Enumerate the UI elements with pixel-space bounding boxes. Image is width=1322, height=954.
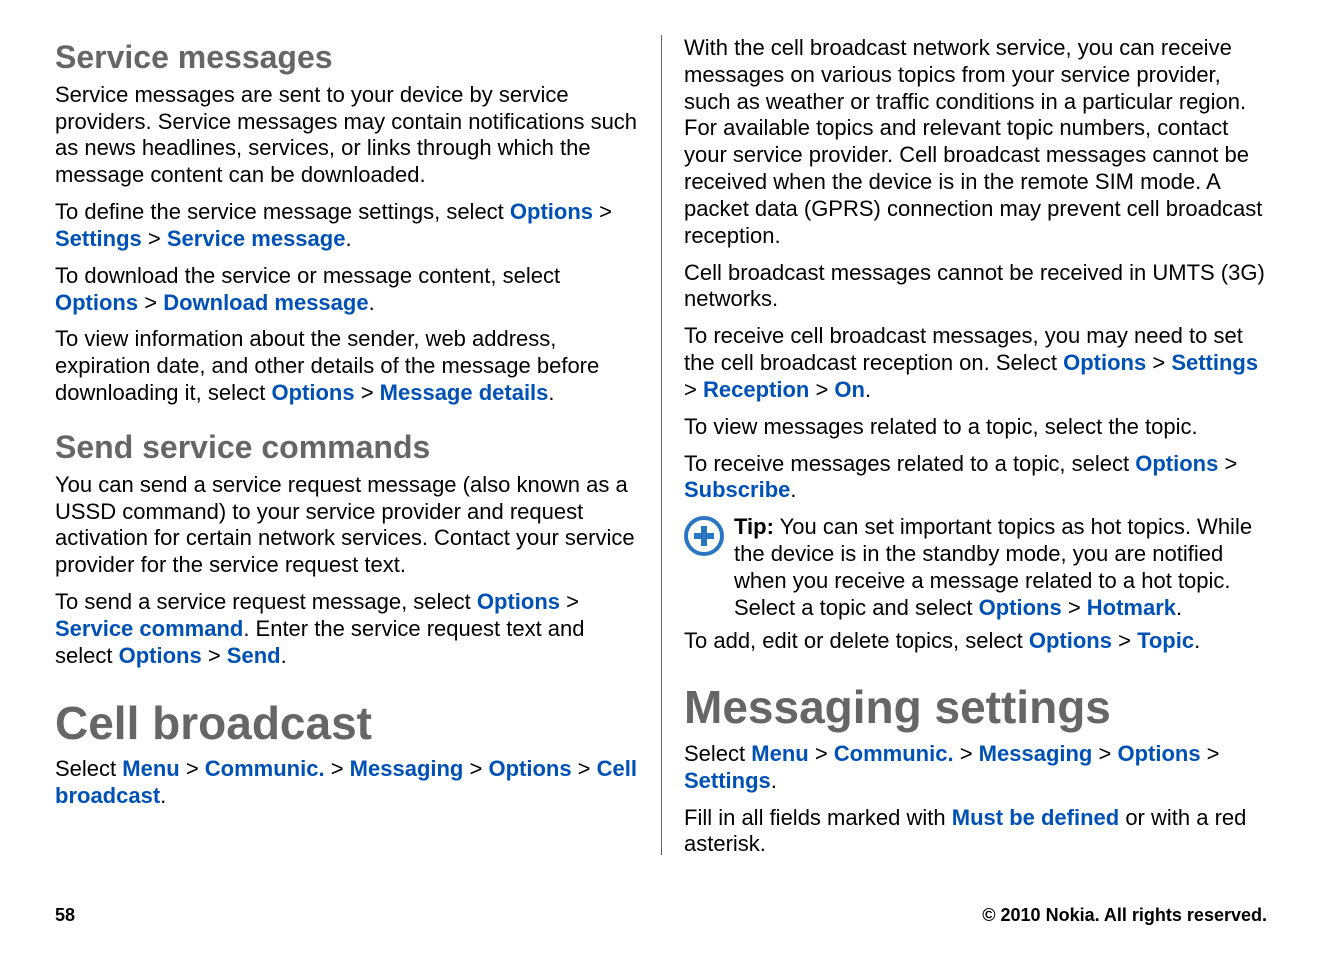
link-options[interactable]: Options	[271, 380, 354, 405]
para-subscribe: To receive messages related to a topic, …	[684, 451, 1267, 505]
tip-text: Tip: You can set important topics as hot…	[734, 514, 1267, 621]
link-download-message[interactable]: Download message	[163, 290, 368, 315]
link-options[interactable]: Options	[979, 595, 1062, 620]
link-options[interactable]: Options	[488, 756, 571, 781]
separator: >	[809, 741, 834, 766]
para-reception-on: To receive cell broadcast messages, you …	[684, 323, 1267, 403]
link-subscribe[interactable]: Subscribe	[684, 477, 790, 502]
plus-icon	[684, 516, 724, 556]
link-options[interactable]: Options	[55, 290, 138, 315]
link-options[interactable]: Options	[119, 643, 202, 668]
para-umts-note: Cell broadcast messages cannot be receiv…	[684, 260, 1267, 314]
separator: >	[809, 377, 834, 402]
separator: >	[560, 589, 579, 614]
page-columns: Service messages Service messages are se…	[55, 35, 1267, 855]
copyright: © 2010 Nokia. All rights reserved.	[982, 905, 1267, 926]
separator: >	[1112, 628, 1137, 653]
link-options[interactable]: Options	[1029, 628, 1112, 653]
separator: >	[1201, 741, 1220, 766]
para-must-be-defined: Fill in all fields marked with Must be d…	[684, 805, 1267, 855]
link-options[interactable]: Options	[477, 589, 560, 614]
link-service-message[interactable]: Service message	[167, 226, 346, 251]
separator: >	[572, 756, 597, 781]
para-ussd-intro: You can send a service request message (…	[55, 472, 643, 579]
link-service-command[interactable]: Service command	[55, 616, 243, 641]
link-send[interactable]: Send	[227, 643, 281, 668]
separator: >	[954, 741, 979, 766]
link-options[interactable]: Options	[1063, 350, 1146, 375]
para-send-service-request: To send a service request message, selec…	[55, 589, 643, 669]
separator: >	[593, 199, 612, 224]
separator: >	[142, 226, 167, 251]
link-settings[interactable]: Settings	[684, 768, 771, 793]
link-options[interactable]: Options	[1135, 451, 1218, 476]
separator: >	[325, 756, 350, 781]
para-download-content: To download the service or message conte…	[55, 263, 643, 317]
heading-service-messages: Service messages	[55, 39, 643, 76]
para-define-settings: To define the service message settings, …	[55, 199, 643, 253]
link-settings[interactable]: Settings	[1171, 350, 1258, 375]
link-topic[interactable]: Topic	[1137, 628, 1194, 653]
separator: >	[355, 380, 380, 405]
text: To receive messages related to a topic, …	[684, 451, 1135, 476]
link-options[interactable]: Options	[1117, 741, 1200, 766]
text: To add, edit or delete topics, select	[684, 628, 1029, 653]
tip-label: Tip:	[734, 514, 774, 539]
separator: >	[138, 290, 163, 315]
tip-block: Tip: You can set important topics as hot…	[684, 514, 1267, 621]
separator: >	[684, 377, 703, 402]
link-message-details[interactable]: Message details	[380, 380, 549, 405]
link-communic[interactable]: Communic.	[205, 756, 325, 781]
right-column: With the cell broadcast network service,…	[661, 35, 1267, 855]
text: To send a service request message, selec…	[55, 589, 477, 614]
page-footer: 58 © 2010 Nokia. All rights reserved.	[55, 905, 1267, 926]
heading-messaging-settings: Messaging settings	[684, 682, 1267, 733]
link-must-be-defined: Must be defined	[952, 805, 1119, 830]
link-messaging[interactable]: Messaging	[979, 741, 1093, 766]
left-column: Service messages Service messages are se…	[55, 35, 661, 855]
text: Select	[55, 756, 122, 781]
heading-cell-broadcast: Cell broadcast	[55, 698, 643, 749]
para-service-messages-intro: Service messages are sent to your device…	[55, 82, 643, 189]
para-view-topic: To view messages related to a topic, sel…	[684, 414, 1267, 441]
text: Fill in all fields marked with	[684, 805, 952, 830]
para-edit-topics: To add, edit or delete topics, select Op…	[684, 628, 1267, 655]
link-settings[interactable]: Settings	[55, 226, 142, 251]
link-reception[interactable]: Reception	[703, 377, 809, 402]
para-cell-broadcast-path: Select Menu > Communic. > Messaging > Op…	[55, 756, 643, 810]
separator: >	[1146, 350, 1171, 375]
heading-send-service-commands: Send service commands	[55, 429, 643, 466]
text: To download the service or message conte…	[55, 263, 560, 288]
para-view-info: To view information about the sender, we…	[55, 326, 643, 406]
para-messaging-settings-path: Select Menu > Communic. > Messaging > Op…	[684, 741, 1267, 795]
separator: >	[1218, 451, 1237, 476]
link-menu[interactable]: Menu	[122, 756, 179, 781]
link-hotmark[interactable]: Hotmark	[1087, 595, 1176, 620]
separator: >	[1092, 741, 1117, 766]
text: To define the service message settings, …	[55, 199, 510, 224]
link-options[interactable]: Options	[510, 199, 593, 224]
separator: >	[180, 756, 205, 781]
page-number: 58	[55, 905, 75, 926]
separator: >	[202, 643, 227, 668]
para-cell-broadcast-intro: With the cell broadcast network service,…	[684, 35, 1267, 250]
separator: >	[1062, 595, 1087, 620]
link-messaging[interactable]: Messaging	[350, 756, 464, 781]
link-menu[interactable]: Menu	[751, 741, 808, 766]
link-on[interactable]: On	[834, 377, 865, 402]
link-communic[interactable]: Communic.	[834, 741, 954, 766]
separator: >	[463, 756, 488, 781]
text: Select	[684, 741, 751, 766]
